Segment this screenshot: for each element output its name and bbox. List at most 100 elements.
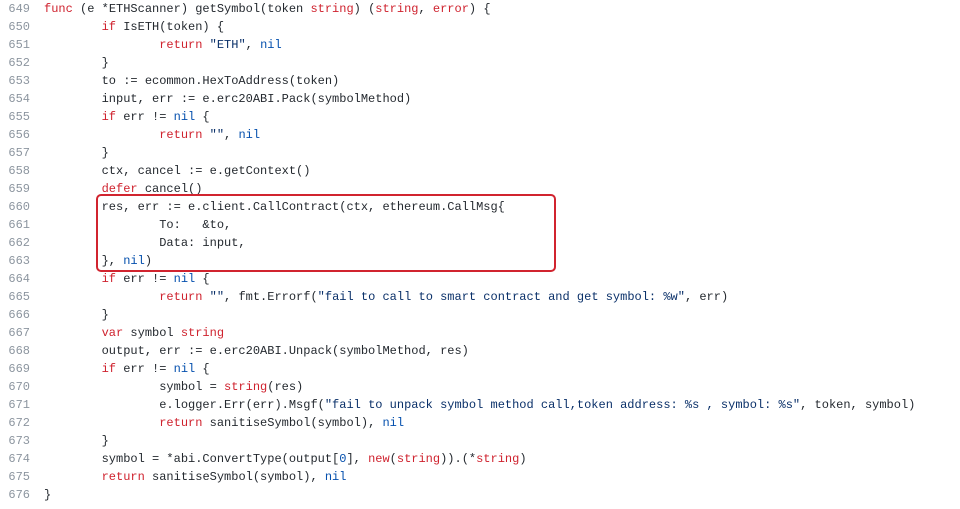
code-line[interactable]: 664 if err != nil { — [0, 270, 960, 288]
line-number[interactable]: 656 — [0, 126, 44, 144]
line-content[interactable]: } — [44, 486, 960, 504]
line-number[interactable]: 653 — [0, 72, 44, 90]
code-line[interactable]: 649func (e *ETHScanner) getSymbol(token … — [0, 0, 960, 18]
line-number[interactable]: 676 — [0, 486, 44, 504]
line-content[interactable]: to := ecommon.HexToAddress(token) — [44, 72, 960, 90]
line-content[interactable]: res, err := e.client.CallContract(ctx, e… — [44, 198, 960, 216]
code-token — [44, 326, 102, 340]
code-line[interactable]: 657 } — [0, 144, 960, 162]
code-line[interactable]: 671 e.logger.Err(err).Msgf("fail to unpa… — [0, 396, 960, 414]
code-line[interactable]: 673 } — [0, 432, 960, 450]
code-token: { — [195, 362, 209, 376]
line-content[interactable]: if err != nil { — [44, 108, 960, 126]
line-content[interactable]: e.logger.Err(err).Msgf("fail to unpack s… — [44, 396, 960, 414]
line-number[interactable]: 664 — [0, 270, 44, 288]
line-content[interactable]: } — [44, 54, 960, 72]
line-content[interactable]: return "", nil — [44, 126, 960, 144]
code-token: Data: input, — [44, 236, 246, 250]
code-line[interactable]: 652 } — [0, 54, 960, 72]
line-number[interactable]: 674 — [0, 450, 44, 468]
line-content[interactable]: symbol = *abi.ConvertType(output[0], new… — [44, 450, 960, 468]
line-number[interactable]: 668 — [0, 342, 44, 360]
line-number[interactable]: 649 — [0, 0, 44, 18]
line-content[interactable]: }, nil) — [44, 252, 960, 270]
code-block: 649func (e *ETHScanner) getSymbol(token … — [0, 0, 960, 504]
line-number[interactable]: 675 — [0, 468, 44, 486]
code-line[interactable]: 661 To: &to, — [0, 216, 960, 234]
code-line[interactable]: 650 if IsETH(token) { — [0, 18, 960, 36]
code-token — [44, 470, 102, 484]
line-content[interactable]: return "ETH", nil — [44, 36, 960, 54]
code-line[interactable]: 660 res, err := e.client.CallContract(ct… — [0, 198, 960, 216]
code-token: string — [224, 380, 267, 394]
code-line[interactable]: 656 return "", nil — [0, 126, 960, 144]
line-number[interactable]: 655 — [0, 108, 44, 126]
line-number[interactable]: 667 — [0, 324, 44, 342]
line-content[interactable]: input, err := e.erc20ABI.Pack(symbolMeth… — [44, 90, 960, 108]
line-number[interactable]: 657 — [0, 144, 44, 162]
line-content[interactable]: if err != nil { — [44, 360, 960, 378]
code-token: error — [433, 2, 469, 16]
code-token: err != — [116, 110, 174, 124]
code-line[interactable]: 668 output, err := e.erc20ABI.Unpack(sym… — [0, 342, 960, 360]
code-line[interactable]: 675 return sanitiseSymbol(symbol), nil — [0, 468, 960, 486]
line-content[interactable]: Data: input, — [44, 234, 960, 252]
line-number[interactable]: 669 — [0, 360, 44, 378]
code-line[interactable]: 659 defer cancel() — [0, 180, 960, 198]
line-number[interactable]: 661 — [0, 216, 44, 234]
line-number[interactable]: 662 — [0, 234, 44, 252]
line-content[interactable]: defer cancel() — [44, 180, 960, 198]
line-number[interactable]: 652 — [0, 54, 44, 72]
line-content[interactable]: ctx, cancel := e.getContext() — [44, 162, 960, 180]
code-token: err != — [116, 272, 174, 286]
line-number[interactable]: 658 — [0, 162, 44, 180]
line-number[interactable]: 671 — [0, 396, 44, 414]
line-content[interactable]: } — [44, 432, 960, 450]
code-line[interactable]: 662 Data: input, — [0, 234, 960, 252]
line-content[interactable]: return "", fmt.Errorf("fail to call to s… — [44, 288, 960, 306]
code-line[interactable]: 651 return "ETH", nil — [0, 36, 960, 54]
line-content[interactable]: To: &to, — [44, 216, 960, 234]
code-line[interactable]: 676} — [0, 486, 960, 504]
code-token: { — [195, 272, 209, 286]
line-content[interactable]: } — [44, 144, 960, 162]
line-number[interactable]: 670 — [0, 378, 44, 396]
code-token: , — [246, 38, 260, 52]
line-content[interactable]: if IsETH(token) { — [44, 18, 960, 36]
line-content[interactable]: if err != nil { — [44, 270, 960, 288]
line-number[interactable]: 672 — [0, 414, 44, 432]
code-line[interactable]: 655 if err != nil { — [0, 108, 960, 126]
code-token: res, err := e.client.CallContract(ctx, e… — [44, 200, 505, 214]
code-line[interactable]: 674 symbol = *abi.ConvertType(output[0],… — [0, 450, 960, 468]
line-content[interactable]: output, err := e.erc20ABI.Unpack(symbolM… — [44, 342, 960, 360]
line-content[interactable]: } — [44, 306, 960, 324]
code-token: symbol = *abi.ConvertType(output[ — [44, 452, 339, 466]
line-number[interactable]: 673 — [0, 432, 44, 450]
line-number[interactable]: 654 — [0, 90, 44, 108]
line-content[interactable]: func (e *ETHScanner) getSymbol(token str… — [44, 0, 960, 18]
line-number[interactable]: 659 — [0, 180, 44, 198]
code-line[interactable]: 669 if err != nil { — [0, 360, 960, 378]
code-line[interactable]: 663 }, nil) — [0, 252, 960, 270]
line-content[interactable]: symbol = string(res) — [44, 378, 960, 396]
line-number[interactable]: 660 — [0, 198, 44, 216]
line-content[interactable]: var symbol string — [44, 324, 960, 342]
line-number[interactable]: 663 — [0, 252, 44, 270]
code-token: output, err := e.erc20ABI.Unpack(symbolM… — [44, 344, 469, 358]
line-number[interactable]: 666 — [0, 306, 44, 324]
code-token: To: &to, — [44, 218, 231, 232]
line-number[interactable]: 665 — [0, 288, 44, 306]
code-line[interactable]: 653 to := ecommon.HexToAddress(token) — [0, 72, 960, 90]
line-number[interactable]: 650 — [0, 18, 44, 36]
line-content[interactable]: return sanitiseSymbol(symbol), nil — [44, 414, 960, 432]
code-line[interactable]: 654 input, err := e.erc20ABI.Pack(symbol… — [0, 90, 960, 108]
line-number[interactable]: 651 — [0, 36, 44, 54]
code-line[interactable]: 670 symbol = string(res) — [0, 378, 960, 396]
code-line[interactable]: 665 return "", fmt.Errorf("fail to call … — [0, 288, 960, 306]
code-line[interactable]: 666 } — [0, 306, 960, 324]
code-line[interactable]: 672 return sanitiseSymbol(symbol), nil — [0, 414, 960, 432]
code-token — [44, 182, 102, 196]
code-line[interactable]: 667 var symbol string — [0, 324, 960, 342]
code-line[interactable]: 658 ctx, cancel := e.getContext() — [0, 162, 960, 180]
line-content[interactable]: return sanitiseSymbol(symbol), nil — [44, 468, 960, 486]
